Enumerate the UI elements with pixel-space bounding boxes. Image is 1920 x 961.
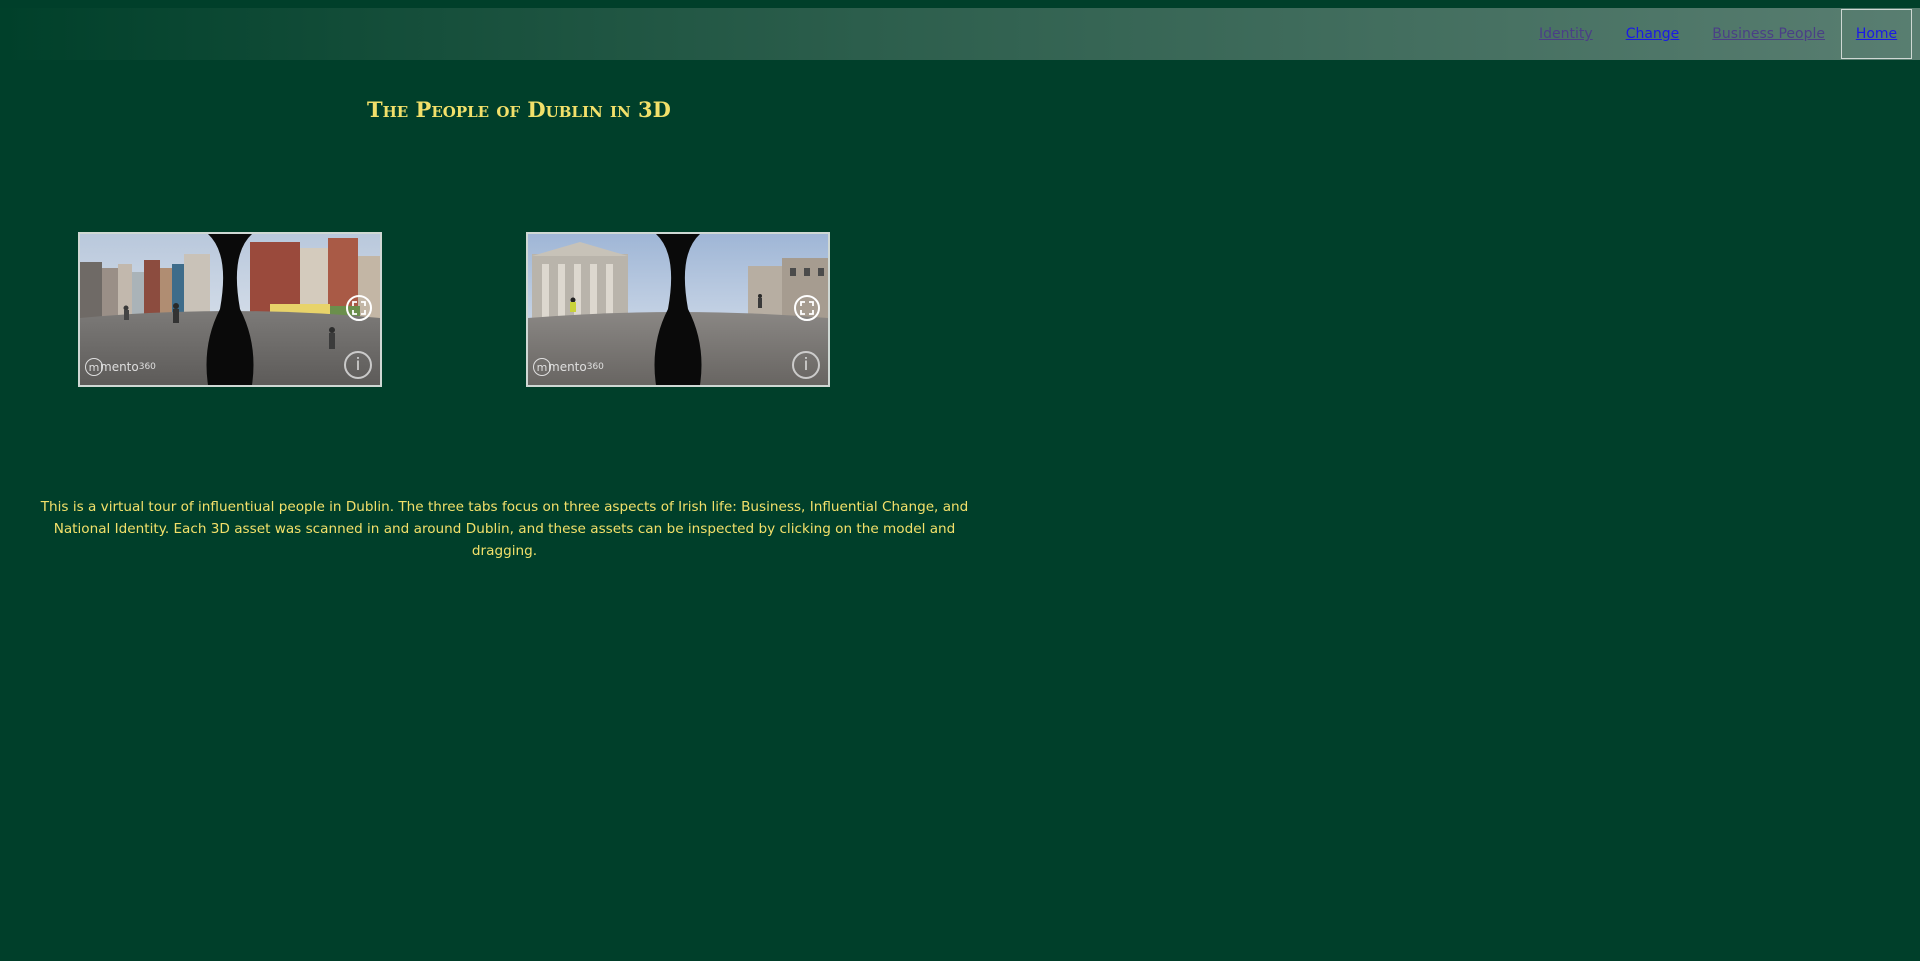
nav-link-change[interactable]: Change [1626,26,1680,42]
fullscreen-button[interactable] [794,295,820,321]
momento360-logo[interactable]: m mento 360 [533,358,604,376]
top-navbar: Identity Change Business People Home [0,8,1920,60]
brand-suffix: 360 [138,362,156,372]
fullscreen-icon [352,301,366,315]
fullscreen-icon [800,301,814,315]
fullscreen-button[interactable] [346,295,372,321]
momento360-logo[interactable]: m mento 360 [85,358,156,376]
virtual-tour-embed-2[interactable]: i m mento 360 [526,232,830,387]
brand-text: mento [100,360,139,374]
brand-suffix: 360 [586,362,604,372]
brand-text: mento [548,360,587,374]
intro-description: This is a virtual tour of influentiual p… [40,499,969,559]
nav-link-identity[interactable]: Identity [1539,26,1593,42]
info-button[interactable]: i [344,351,372,379]
nav-link-home[interactable]: Home [1841,9,1912,59]
virtual-tour-embed-1[interactable]: i m mento 360 [78,232,382,387]
info-button[interactable]: i [792,351,820,379]
nav-link-business-people[interactable]: Business People [1712,26,1825,42]
page-title: The People of Dublin in 3D [367,97,671,122]
nav-links: Identity Change Business People Home [1506,8,1912,60]
